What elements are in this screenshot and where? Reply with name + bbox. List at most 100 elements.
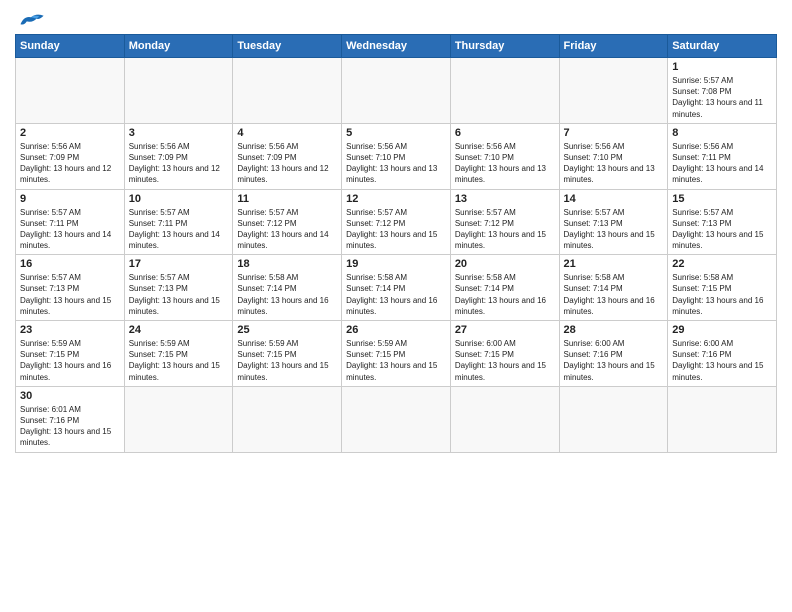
calendar-week-4: 16Sunrise: 5:57 AMSunset: 7:13 PMDayligh… [16,255,777,321]
day-number: 4 [237,127,337,139]
day-info: Sunrise: 5:56 AMSunset: 7:09 PMDaylight:… [129,141,229,186]
calendar-cell: 20 Sunrise: 5:58 AMSunset: 7:14 PMDayligh… [450,255,559,321]
day-info: Sunrise: 5:57 AMSunset: 7:12 PMDaylight:… [346,207,446,252]
day-number: 5 [346,127,446,139]
calendar-cell: 10 Sunrise: 5:57 AMSunset: 7:11 PMDayligh… [124,189,233,255]
day-info: Sunrise: 6:01 AMSunset: 7:16 PMDaylight:… [20,404,120,449]
day-info: Sunrise: 5:57 AMSunset: 7:13 PMDaylight:… [20,272,120,317]
day-info: Sunrise: 5:56 AMSunset: 7:10 PMDaylight:… [346,141,446,186]
day-number: 21 [564,258,664,270]
day-number: 27 [455,324,555,336]
day-info: Sunrise: 5:59 AMSunset: 7:15 PMDaylight:… [129,338,229,383]
day-info: Sunrise: 5:56 AMSunset: 7:10 PMDaylight:… [455,141,555,186]
calendar-week-5: 23 Sunrise: 5:59 AMSunset: 7:15 PMDayligh… [16,321,777,387]
day-number: 12 [346,193,446,205]
calendar-cell [233,386,342,452]
calendar-cell: 1 Sunrise: 5:57 AMSunset: 7:08 PMDaylight… [668,58,777,124]
day-number: 17 [129,258,229,270]
calendar-cell: 17 Sunrise: 5:57 AMSunset: 7:13 PMDayligh… [124,255,233,321]
calendar-table: SundayMondayTuesdayWednesdayThursdayFrid… [15,34,777,453]
day-number: 26 [346,324,446,336]
weekday-header-row: SundayMondayTuesdayWednesdayThursdayFrid… [16,35,777,58]
calendar-cell: 28 Sunrise: 6:00 AMSunset: 7:16 PMDayligh… [559,321,668,387]
calendar-cell: 29Sunrise: 6:00 AMSunset: 7:16 PMDayligh… [668,321,777,387]
calendar-cell: 13 Sunrise: 5:57 AMSunset: 7:12 PMDayligh… [450,189,559,255]
calendar-cell [124,386,233,452]
day-number: 19 [346,258,446,270]
calendar-cell: 14Sunrise: 5:57 AMSunset: 7:13 PMDayligh… [559,189,668,255]
day-info: Sunrise: 5:58 AMSunset: 7:14 PMDaylight:… [564,272,664,317]
calendar-cell [450,58,559,124]
calendar-cell: 25Sunrise: 5:59 AMSunset: 7:15 PMDayligh… [233,321,342,387]
day-number: 10 [129,193,229,205]
day-info: Sunrise: 5:57 AMSunset: 7:13 PMDaylight:… [129,272,229,317]
day-number: 20 [455,258,555,270]
weekday-header-friday: Friday [559,35,668,58]
calendar-week-6: 30 Sunrise: 6:01 AMSunset: 7:16 PMDayligh… [16,386,777,452]
day-info: Sunrise: 5:56 AMSunset: 7:09 PMDaylight:… [20,141,120,186]
calendar-cell: 5 Sunrise: 5:56 AMSunset: 7:10 PMDaylight… [342,123,451,189]
calendar-cell: 23Sunrise: 5:59 AMSunset: 7:15 PMDayligh… [16,321,125,387]
day-info: Sunrise: 5:59 AMSunset: 7:15 PMDaylight:… [346,338,446,383]
day-info: Sunrise: 5:56 AMSunset: 7:09 PMDaylight:… [237,141,337,186]
calendar-cell: 8 Sunrise: 5:56 AMSunset: 7:11 PMDaylight… [668,123,777,189]
calendar-cell: 12 Sunrise: 5:57 AMSunset: 7:12 PMDayligh… [342,189,451,255]
calendar-cell [342,58,451,124]
day-number: 18 [237,258,337,270]
day-number: 13 [455,193,555,205]
weekday-header-wednesday: Wednesday [342,35,451,58]
day-info: Sunrise: 5:57 AMSunset: 7:11 PMDaylight:… [129,207,229,252]
calendar-cell: 4 Sunrise: 5:56 AMSunset: 7:09 PMDaylight… [233,123,342,189]
day-number: 3 [129,127,229,139]
day-info: Sunrise: 5:57 AMSunset: 7:11 PMDaylight:… [20,207,120,252]
weekday-header-tuesday: Tuesday [233,35,342,58]
calendar-cell: 30 Sunrise: 6:01 AMSunset: 7:16 PMDayligh… [16,386,125,452]
day-info: Sunrise: 5:56 AMSunset: 7:11 PMDaylight:… [672,141,772,186]
day-info: Sunrise: 5:58 AMSunset: 7:14 PMDaylight:… [346,272,446,317]
calendar-cell: 24 Sunrise: 5:59 AMSunset: 7:15 PMDayligh… [124,321,233,387]
day-number: 1 [672,61,772,73]
day-number: 25 [237,324,337,336]
weekday-header-saturday: Saturday [668,35,777,58]
day-number: 8 [672,127,772,139]
day-info: Sunrise: 5:57 AMSunset: 7:12 PMDaylight:… [237,207,337,252]
calendar-cell [668,386,777,452]
calendar-cell: 27 Sunrise: 6:00 AMSunset: 7:15 PMDayligh… [450,321,559,387]
calendar-cell: 15Sunrise: 5:57 AMSunset: 7:13 PMDayligh… [668,189,777,255]
calendar-cell: 2 Sunrise: 5:56 AMSunset: 7:09 PMDaylight… [16,123,125,189]
calendar-cell: 18 Sunrise: 5:58 AMSunset: 7:14 PMDayligh… [233,255,342,321]
calendar-cell: 26 Sunrise: 5:59 AMSunset: 7:15 PMDayligh… [342,321,451,387]
weekday-header-sunday: Sunday [16,35,125,58]
day-number: 23 [20,324,120,336]
day-number: 9 [20,193,120,205]
page-header [15,10,777,30]
calendar-cell [124,58,233,124]
day-info: Sunrise: 5:56 AMSunset: 7:10 PMDaylight:… [564,141,664,186]
calendar-week-3: 9 Sunrise: 5:57 AMSunset: 7:11 PMDaylight… [16,189,777,255]
day-number: 6 [455,127,555,139]
calendar-cell [233,58,342,124]
calendar-cell: 3 Sunrise: 5:56 AMSunset: 7:09 PMDaylight… [124,123,233,189]
day-info: Sunrise: 5:57 AMSunset: 7:13 PMDaylight:… [564,207,664,252]
calendar-cell [559,386,668,452]
day-info: Sunrise: 5:58 AMSunset: 7:15 PMDaylight:… [672,272,772,317]
day-number: 22 [672,258,772,270]
day-number: 28 [564,324,664,336]
calendar-cell [16,58,125,124]
day-info: Sunrise: 6:00 AMSunset: 7:16 PMDaylight:… [564,338,664,383]
day-info: Sunrise: 5:57 AMSunset: 7:08 PMDaylight:… [672,75,772,120]
weekday-header-monday: Monday [124,35,233,58]
day-number: 24 [129,324,229,336]
calendar-cell: 7Sunrise: 5:56 AMSunset: 7:10 PMDaylight… [559,123,668,189]
day-number: 30 [20,390,120,402]
calendar-cell [342,386,451,452]
day-number: 2 [20,127,120,139]
day-info: Sunrise: 6:00 AMSunset: 7:15 PMDaylight:… [455,338,555,383]
weekday-header-thursday: Thursday [450,35,559,58]
day-info: Sunrise: 5:58 AMSunset: 7:14 PMDaylight:… [237,272,337,317]
calendar-cell: 9 Sunrise: 5:57 AMSunset: 7:11 PMDaylight… [16,189,125,255]
calendar-cell: 11Sunrise: 5:57 AMSunset: 7:12 PMDayligh… [233,189,342,255]
day-info: Sunrise: 5:58 AMSunset: 7:14 PMDaylight:… [455,272,555,317]
calendar-week-1: 1 Sunrise: 5:57 AMSunset: 7:08 PMDaylight… [16,58,777,124]
day-info: Sunrise: 5:57 AMSunset: 7:12 PMDaylight:… [455,207,555,252]
